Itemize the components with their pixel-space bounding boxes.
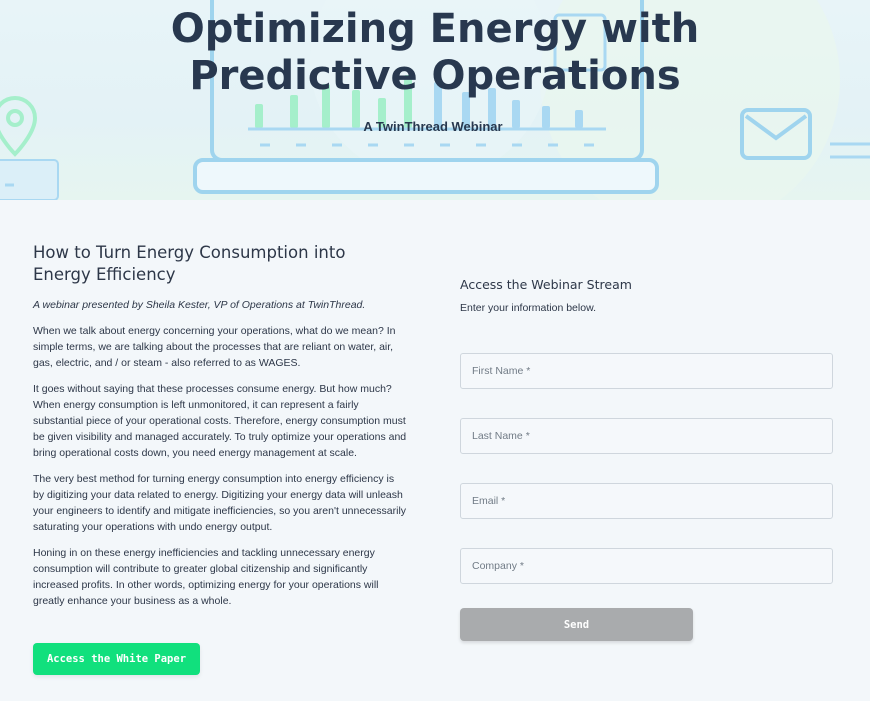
article-paragraph: It goes without saying that these proces… [33, 383, 407, 459]
form-title: Access the Webinar Stream [460, 277, 632, 292]
access-white-paper-button[interactable]: Access the White Paper [33, 643, 200, 675]
page-title: Optimizing Energy with Predictive Operat… [170, 6, 700, 99]
article-paragraph: When we talk about energy concerning you… [33, 325, 396, 369]
email-field[interactable] [460, 483, 833, 519]
article-byline: A webinar presented by Sheila Kester, VP… [33, 299, 366, 311]
last-name-field[interactable] [460, 418, 833, 454]
article: How to Turn Energy Consumption into Ener… [33, 242, 407, 619]
article-paragraph: The very best method for turning energy … [33, 473, 407, 533]
send-button[interactable]: Send [460, 608, 693, 641]
first-name-field[interactable] [460, 353, 833, 389]
hero-banner: Optimizing Energy with Predictive Operat… [0, 0, 870, 200]
hero-subtitle: A TwinThread Webinar [363, 119, 503, 134]
form-subtitle: Enter your information below. [460, 302, 596, 314]
article-heading: How to Turn Energy Consumption into Ener… [33, 243, 346, 284]
company-field[interactable] [460, 548, 833, 584]
article-paragraph: Honing in on these energy inefficiencies… [33, 547, 379, 607]
